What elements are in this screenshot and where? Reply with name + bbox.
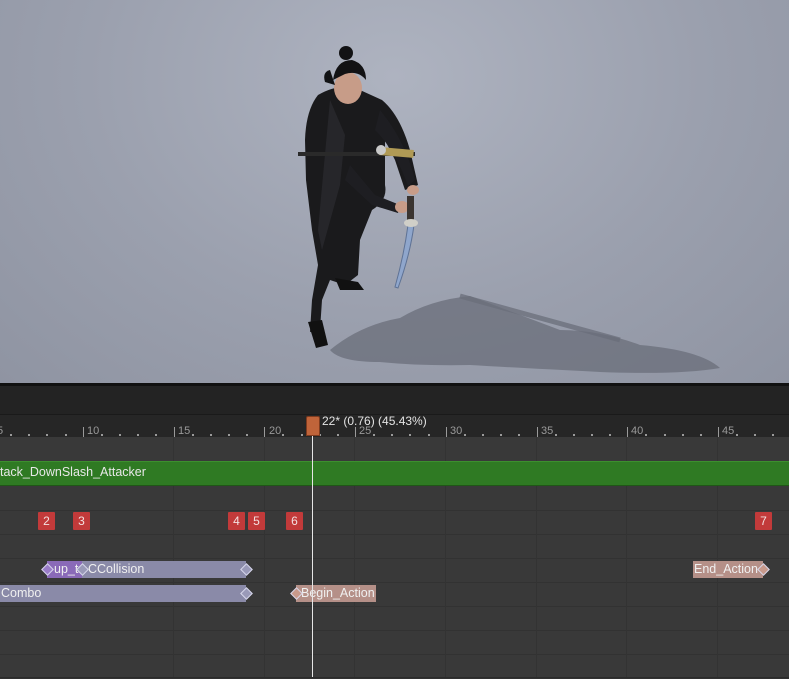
ruler-minor-tick xyxy=(609,434,611,436)
ruler-minor-tick xyxy=(736,434,738,436)
playhead-line xyxy=(312,432,313,677)
notify-begin-action[interactable]: Begin_Action xyxy=(296,585,376,602)
montage-section-label: tack_DownSlash_Attacker xyxy=(0,465,146,479)
ruler-minor-tick xyxy=(28,434,30,436)
animation-viewport[interactable] xyxy=(0,0,789,383)
ruler-tick-label: 35 xyxy=(541,425,554,437)
ruler-major-tick xyxy=(537,427,538,437)
track-row xyxy=(0,534,789,559)
track-row xyxy=(0,630,789,655)
ruler-minor-tick xyxy=(119,434,121,436)
ruler-minor-tick xyxy=(210,434,212,436)
ruler-minor-tick xyxy=(373,434,375,436)
notify-state-combo[interactable]: Combo xyxy=(0,585,246,602)
ruler-minor-tick xyxy=(682,434,684,436)
ruler-minor-tick xyxy=(518,434,520,436)
ruler-minor-tick xyxy=(700,434,702,436)
ruler-minor-tick xyxy=(645,434,647,436)
ruler-minor-tick xyxy=(228,434,230,436)
ruler-minor-tick xyxy=(555,434,557,436)
ruler-minor-tick xyxy=(282,434,284,436)
ruler-minor-tick xyxy=(409,434,411,436)
notify-label: CCollision xyxy=(88,562,145,576)
montage-section-bar[interactable]: tack_DownSlash_Attacker xyxy=(0,461,789,486)
ruler-minor-tick xyxy=(192,434,194,436)
ruler-major-tick xyxy=(264,427,265,437)
ruler-minor-tick xyxy=(155,434,157,436)
character-preview xyxy=(298,46,720,373)
branch-marker[interactable]: 3 xyxy=(73,512,90,530)
notify-state-collision[interactable]: CCollision xyxy=(82,561,246,578)
notify-label: Combo xyxy=(1,586,42,600)
ruler-minor-tick xyxy=(482,434,484,436)
playhead-handle[interactable] xyxy=(306,416,320,436)
branch-marker[interactable]: 2 xyxy=(38,512,55,530)
branch-marker[interactable]: 5 xyxy=(248,512,265,530)
notify-end-action[interactable]: End_Action xyxy=(693,561,763,578)
ruler-tick-label: 10 xyxy=(87,425,100,437)
track-row xyxy=(0,606,789,631)
ruler-minor-tick xyxy=(464,434,466,436)
ruler-major-tick xyxy=(83,427,84,437)
ruler-major-tick xyxy=(174,427,175,437)
ruler-minor-tick xyxy=(46,434,48,436)
ruler-minor-tick xyxy=(10,434,12,436)
track-row xyxy=(0,654,789,679)
ruler-minor-tick xyxy=(301,434,303,436)
ruler-major-tick xyxy=(627,427,628,437)
track-row xyxy=(0,437,789,462)
ruler-tick-label: 5 xyxy=(0,425,4,437)
notify-label: End_Action xyxy=(694,562,758,576)
ruler-tick-label: 30 xyxy=(450,425,463,437)
ruler-minor-tick xyxy=(664,434,666,436)
track-row xyxy=(0,486,789,511)
ruler-minor-tick xyxy=(101,434,103,436)
ruler-minor-tick xyxy=(573,434,575,436)
ruler-tick-label: 20 xyxy=(269,425,282,437)
ruler-major-tick xyxy=(718,427,719,437)
track-row xyxy=(0,510,789,535)
ruler-minor-tick xyxy=(772,434,774,436)
ruler-tick-label: 15 xyxy=(178,425,191,437)
ruler-minor-tick xyxy=(391,434,393,436)
ruler-minor-tick xyxy=(65,434,67,436)
ruler-minor-tick xyxy=(246,434,248,436)
ruler-minor-tick xyxy=(500,434,502,436)
ruler-minor-tick xyxy=(754,434,756,436)
ruler-major-tick xyxy=(446,427,447,437)
ruler-major-tick xyxy=(355,427,356,437)
ruler-minor-tick xyxy=(337,434,339,436)
timeline-toolbar xyxy=(0,386,789,415)
ruler-tick-label: 45 xyxy=(722,425,735,437)
playhead-frame-readout: 22* (0.76) (45.43%) xyxy=(322,414,427,428)
branch-marker[interactable]: 6 xyxy=(286,512,303,530)
branch-marker[interactable]: 7 xyxy=(755,512,772,530)
ruler-minor-tick xyxy=(591,434,593,436)
notify-label: Begin_Action xyxy=(301,586,375,600)
ruler-minor-tick xyxy=(428,434,430,436)
ruler-minor-tick xyxy=(137,434,139,436)
ruler-tick-label: 40 xyxy=(631,425,644,437)
branch-marker[interactable]: 4 xyxy=(228,512,245,530)
